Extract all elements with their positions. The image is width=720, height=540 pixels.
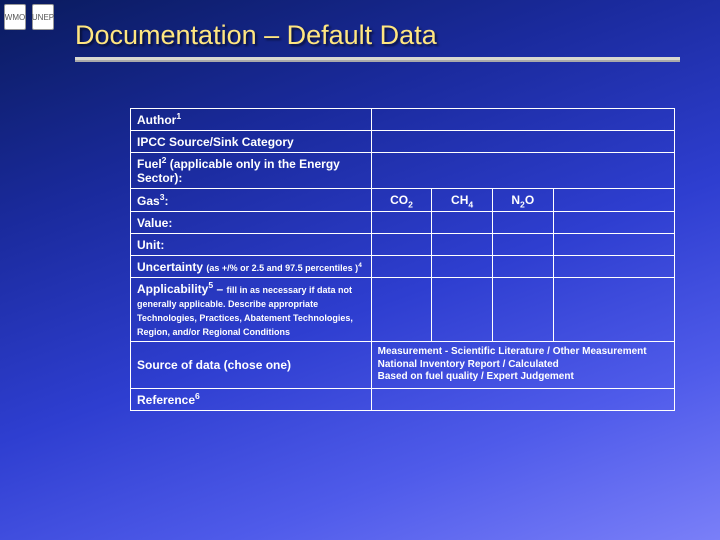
reference-label: Reference6 xyxy=(131,388,372,410)
author-label: Author1 xyxy=(131,109,372,131)
author-value xyxy=(371,109,674,131)
value-label: Value: xyxy=(131,212,372,234)
row-fuel: Fuel2 (applicable only in the Energy Sec… xyxy=(131,153,675,189)
row-source: Source of data (chose one) Measurement -… xyxy=(131,342,675,389)
uncertainty-label: Uncertainty (as +/% or 2.5 and 97.5 perc… xyxy=(131,256,372,278)
row-applicability: Applicability5 – fill in as necessary if… xyxy=(131,278,675,342)
data-table: Author1 IPCC Source/Sink Category Fuel2 … xyxy=(130,108,675,411)
source-value: Measurement - Scientific Literature / Ot… xyxy=(371,342,674,389)
row-uncertainty: Uncertainty (as +/% or 2.5 and 97.5 perc… xyxy=(131,256,675,278)
title-area: Documentation – Default Data xyxy=(75,20,680,62)
title-underline xyxy=(75,57,680,62)
applicability-label: Applicability5 – fill in as necessary if… xyxy=(131,278,372,342)
category-label: IPCC Source/Sink Category xyxy=(131,131,372,153)
source-label: Source of data (chose one) xyxy=(131,342,372,389)
page-title: Documentation – Default Data xyxy=(75,20,680,55)
row-gas: Gas3: CO2 CH4 N2O xyxy=(131,189,675,212)
category-value xyxy=(371,131,674,153)
row-value: Value: xyxy=(131,212,675,234)
unit-label: Unit: xyxy=(131,234,372,256)
reference-value xyxy=(371,388,674,410)
gas-extra xyxy=(553,189,674,212)
unep-logo: UNEP xyxy=(32,4,54,30)
fuel-value xyxy=(371,153,674,189)
fuel-label: Fuel2 (applicable only in the Energy Sec… xyxy=(131,153,372,189)
gas-label: Gas3: xyxy=(131,189,372,212)
wmo-logo: WMO xyxy=(4,4,26,30)
row-unit: Unit: xyxy=(131,234,675,256)
gas-co2: CO2 xyxy=(371,189,432,212)
row-author: Author1 xyxy=(131,109,675,131)
logo-strip: WMO UNEP xyxy=(4,4,54,30)
row-reference: Reference6 xyxy=(131,388,675,410)
gas-ch4: CH4 xyxy=(432,189,493,212)
gas-n2o: N2O xyxy=(492,189,553,212)
row-category: IPCC Source/Sink Category xyxy=(131,131,675,153)
